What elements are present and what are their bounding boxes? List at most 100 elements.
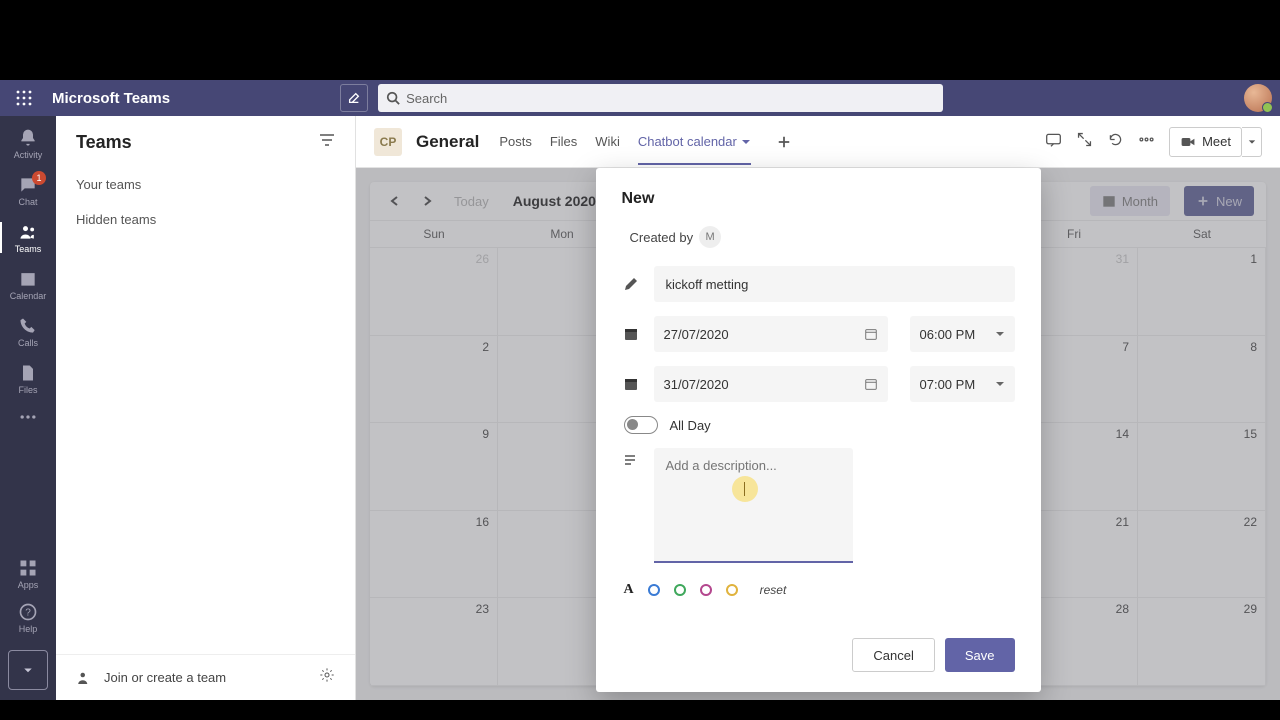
modal-title: New [622,190,1015,208]
rail-label: Calls [18,338,38,348]
end-date-input[interactable]: 31/07/2020 [654,366,888,402]
download-icon [19,661,37,679]
main-content: CP General Posts Files Wiki Chatbot cale… [356,116,1280,700]
add-tab-button[interactable] [771,129,797,155]
color-swatch[interactable] [726,584,738,596]
chevron-down-icon [1248,138,1256,146]
tab-chatbot-calendar[interactable]: Chatbot calendar [638,118,751,165]
reload-icon [1107,131,1124,148]
more-icon [18,407,38,427]
chevron-down-icon [995,329,1005,339]
all-day-toggle[interactable] [624,416,658,434]
rail-label: Teams [15,244,42,254]
rail-apps[interactable]: Apps [0,552,56,596]
color-swatch[interactable] [648,584,660,596]
modal-overlay[interactable]: New Created by M 27/07/2020 [356,168,1280,700]
save-button[interactable]: Save [945,638,1015,672]
pencil-icon [622,276,640,292]
event-title-input[interactable] [654,266,1015,302]
more-options-button[interactable] [1138,131,1155,153]
end-time-value: 07:00 PM [920,377,976,392]
bell-icon [18,128,38,148]
phone-icon [18,316,38,336]
rail-chat[interactable]: 1 Chat [0,167,56,214]
search-icon [386,91,400,105]
rail-label: Help [19,624,38,634]
expand-icon [1076,131,1093,148]
rail-activity[interactable]: Activity [0,120,56,167]
color-reset[interactable]: reset [760,583,787,597]
filter-button[interactable] [319,132,335,153]
rail-label: Activity [14,150,43,160]
manage-teams-gear[interactable] [319,667,335,688]
creator-avatar: M [699,226,721,248]
tab-wiki[interactable]: Wiki [595,118,620,165]
join-create-team[interactable]: Join or create a team [76,669,226,687]
rail-calls[interactable]: Calls [0,308,56,355]
end-date-value: 31/07/2020 [664,377,729,392]
app-launcher-button[interactable] [8,82,40,114]
start-date-input[interactable]: 27/07/2020 [654,316,888,352]
channel-name: General [416,132,479,152]
start-date-value: 27/07/2020 [664,327,729,342]
channel-conversation-button[interactable] [1045,131,1062,153]
search-placeholder: Search [406,91,447,106]
meet-label: Meet [1202,134,1231,149]
channel-header: CP General Posts Files Wiki Chatbot cale… [356,116,1280,168]
rail-label: Chat [18,197,37,207]
rail-files[interactable]: Files [0,355,56,402]
search-input[interactable]: Search [378,84,943,112]
compose-icon [347,91,361,105]
top-header: Microsoft Teams Search [0,80,1280,116]
filter-icon [319,132,335,148]
end-time-input[interactable]: 07:00 PM [910,366,1015,402]
description-icon [622,448,640,568]
start-time-input[interactable]: 06:00 PM [910,316,1015,352]
cancel-button[interactable]: Cancel [852,638,934,672]
text-color-label: A [624,582,634,598]
new-message-button[interactable] [340,84,368,112]
start-time-value: 06:00 PM [920,327,976,342]
your-teams-link[interactable]: Your teams [76,167,355,202]
svg-text:?: ? [25,607,31,618]
rail-download[interactable] [8,650,48,690]
chat-panel-icon [1045,131,1062,148]
chevron-down-icon [995,379,1005,389]
chat-badge: 1 [32,171,46,185]
expand-tab-button[interactable] [1076,131,1093,153]
sidepanel-title: Teams [76,132,132,153]
meet-button[interactable]: Meet [1169,127,1242,157]
calendar-picker-icon [864,327,878,341]
rail-label: Files [18,385,37,395]
description-textarea[interactable] [654,448,853,563]
reload-tab-button[interactable] [1107,131,1124,153]
rail-help[interactable]: ? Help [0,596,56,640]
rail-label: Calendar [10,291,47,301]
hidden-teams-link[interactable]: Hidden teams [76,202,355,237]
rail-more[interactable] [0,402,56,432]
tab-posts[interactable]: Posts [499,118,532,165]
tab-files[interactable]: Files [550,118,577,165]
created-by-label: Created by [630,230,694,245]
gear-icon [319,667,335,683]
calendar-end-icon [622,376,640,392]
join-team-label: Join or create a team [104,670,226,685]
profile-avatar[interactable] [1244,84,1272,112]
color-swatch[interactable] [700,584,712,596]
new-event-modal: New Created by M 27/07/2020 [596,168,1041,692]
plus-icon [777,135,791,149]
calendar-start-icon [622,326,640,342]
chevron-down-icon [741,137,751,147]
rail-teams[interactable]: Teams [0,214,56,261]
teams-sidepanel: Teams Your teams Hidden teams Join or cr… [56,116,356,700]
rail-calendar[interactable]: Calendar [0,261,56,308]
apps-icon [18,558,38,578]
calendar-picker-icon [864,377,878,391]
rail-label: Apps [18,580,39,590]
app-title: Microsoft Teams [52,90,170,107]
meet-dropdown[interactable] [1242,127,1262,157]
color-swatch[interactable] [674,584,686,596]
tab-label: Chatbot calendar [638,134,737,149]
channel-avatar: CP [374,128,402,156]
calendar-icon [18,269,38,289]
